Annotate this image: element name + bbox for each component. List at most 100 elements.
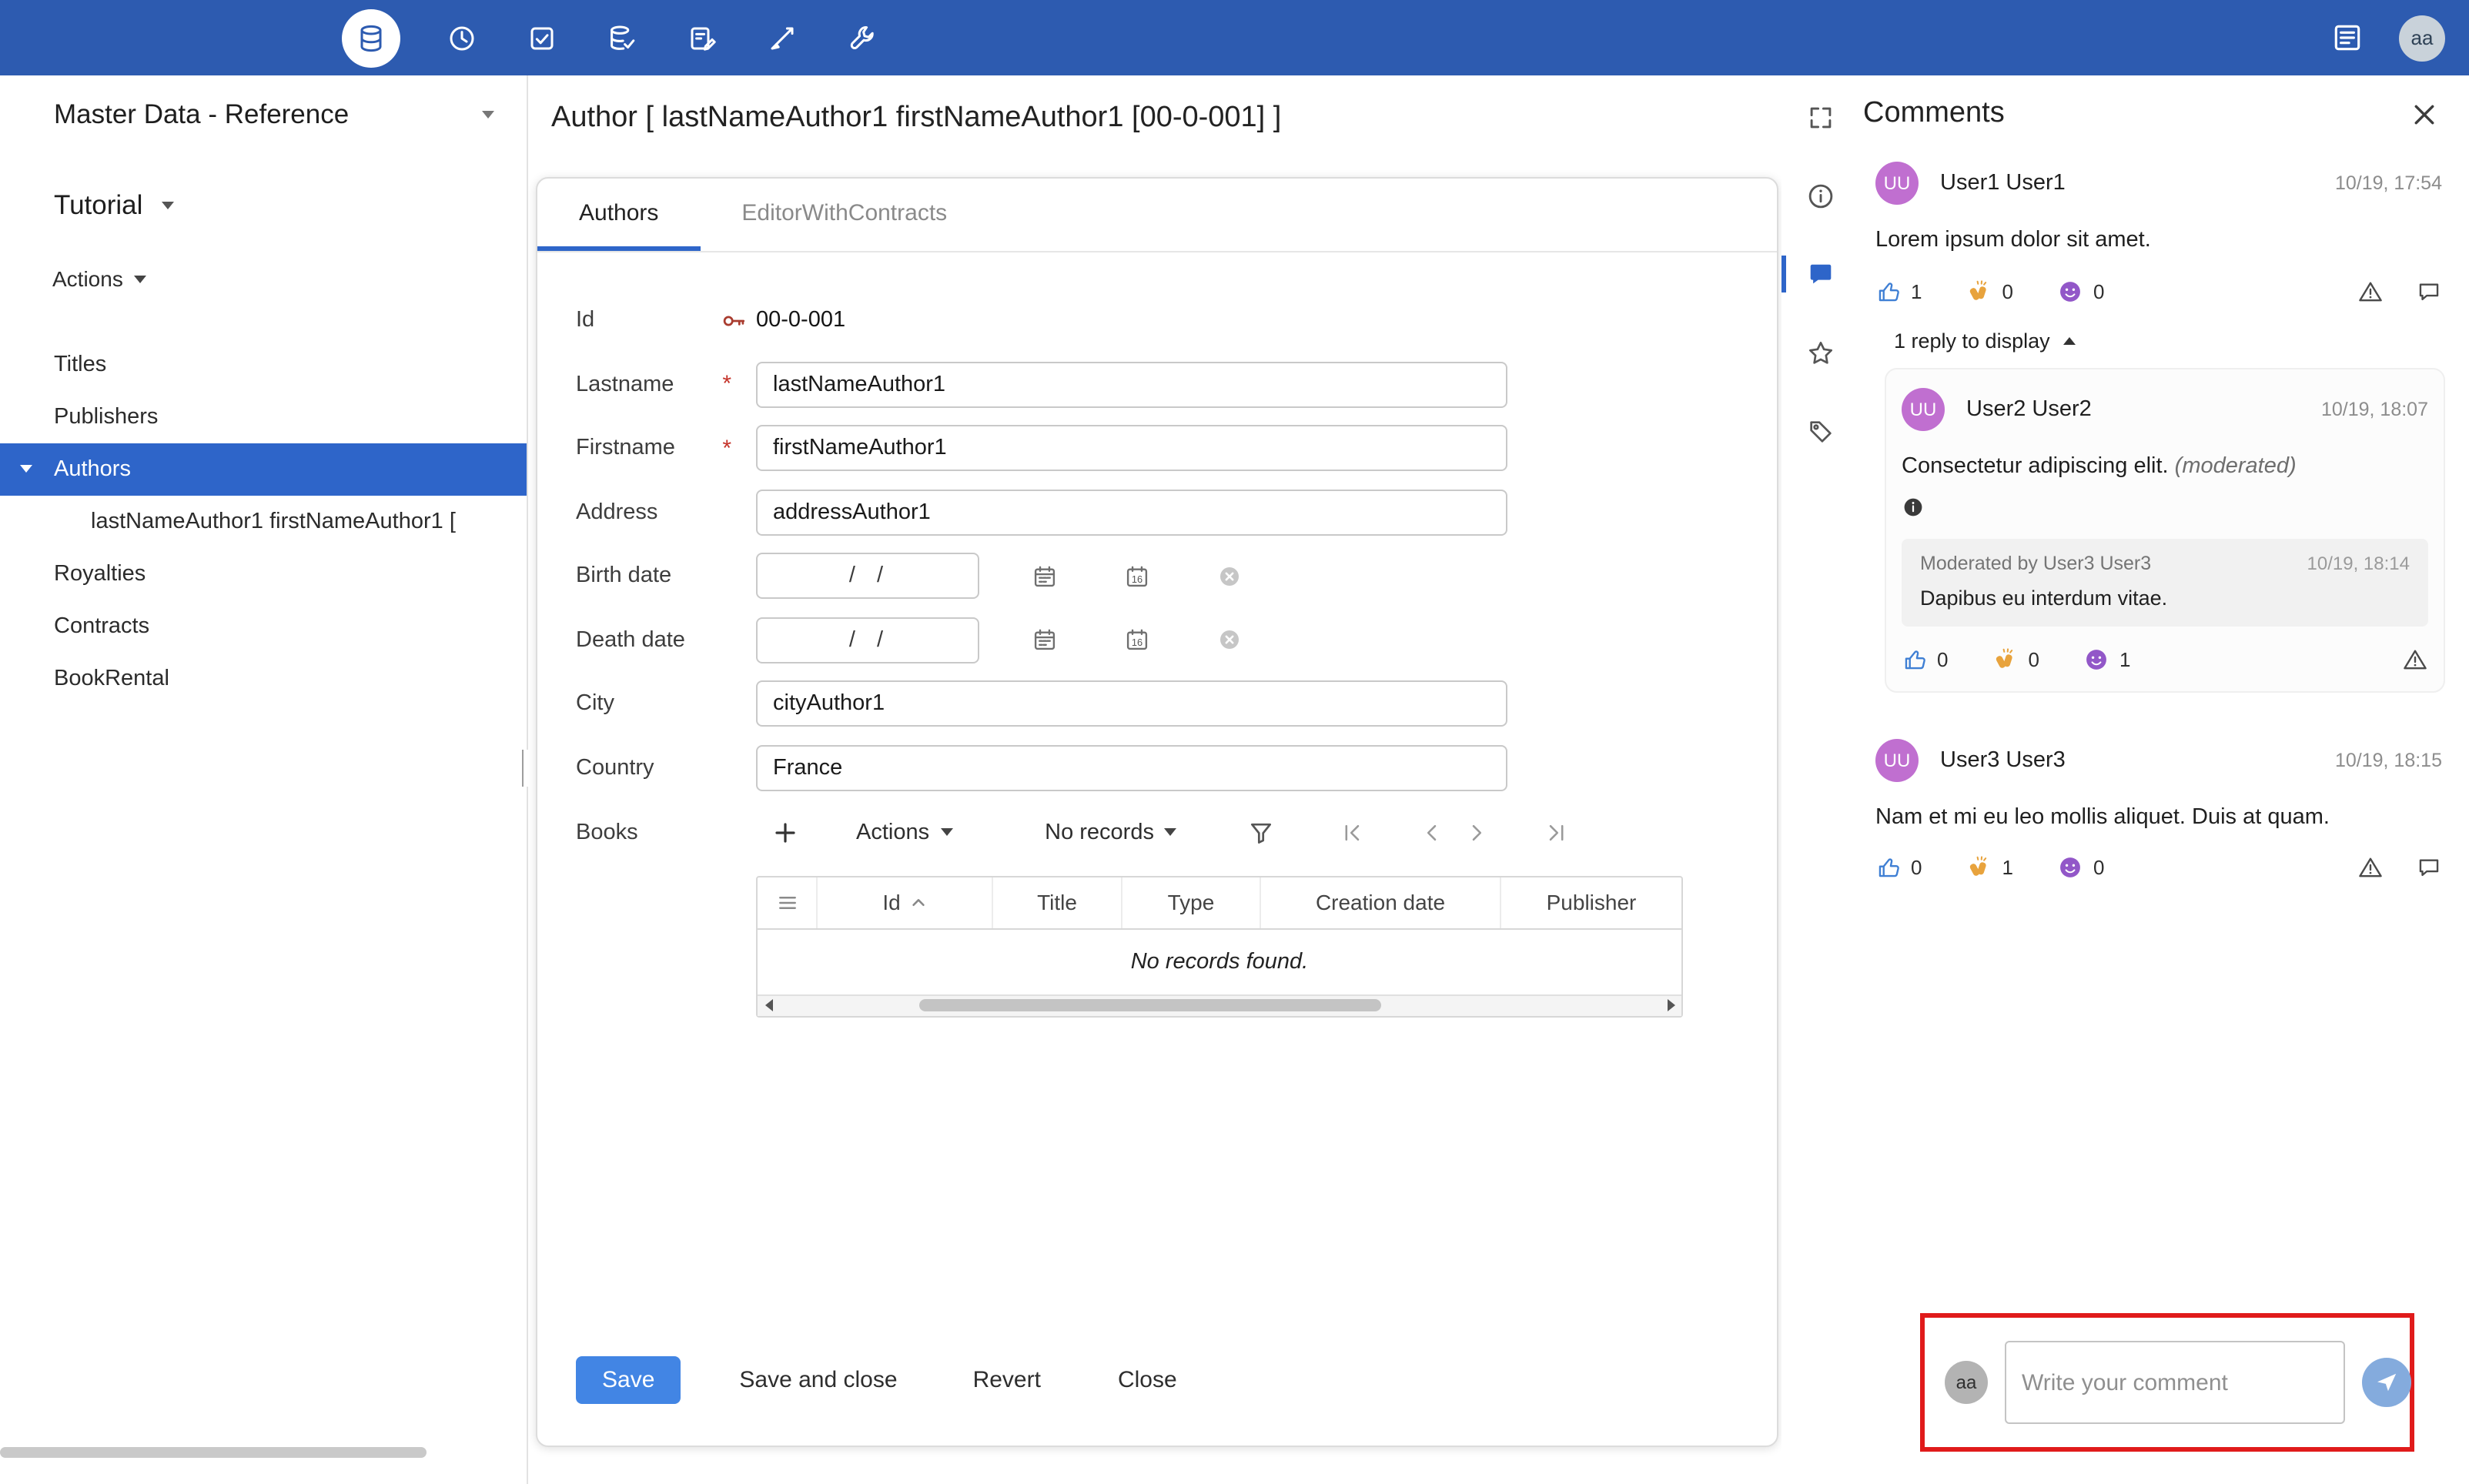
expand-panel-icon[interactable]	[1781, 99, 1854, 135]
dataset-selector[interactable]: Tutorial	[0, 131, 527, 222]
books-table-hscrollbar[interactable]	[758, 994, 1681, 1015]
tag-icon[interactable]	[1781, 413, 1854, 450]
sidebar-item-author-record[interactable]: lastNameAuthor1 firstNameAuthor1 [	[0, 496, 527, 548]
scroll-left-icon[interactable]	[758, 995, 779, 1015]
face-reaction-button[interactable]: 0	[2058, 279, 2104, 305]
comment-timestamp: 10/19, 17:54	[2334, 172, 2442, 194]
calendar-icon[interactable]	[1032, 563, 1058, 589]
perspective-dart-icon[interactable]	[764, 19, 801, 56]
like-reaction-button[interactable]: 0	[1875, 855, 1922, 881]
save-button[interactable]: Save	[576, 1356, 681, 1404]
scrollbar-thumb[interactable]	[919, 999, 1381, 1011]
calendar-date-icon[interactable]: 16	[1124, 627, 1150, 653]
field-row-country: Country	[576, 744, 1777, 790]
info-icon[interactable]	[1781, 177, 1854, 214]
report-list-icon[interactable]	[2328, 19, 2365, 56]
clap-reaction-button[interactable]: 1	[1966, 855, 2013, 881]
user-avatar[interactable]: aa	[2399, 15, 2445, 61]
firstname-label: Firstname	[576, 436, 675, 460]
send-comment-button[interactable]	[2362, 1358, 2411, 1407]
comment-input[interactable]	[2005, 1341, 2345, 1424]
clap-reaction-button[interactable]: 0	[1966, 279, 2013, 305]
firstname-field[interactable]	[756, 425, 1507, 471]
reply-bubble-icon[interactable]	[2416, 855, 2442, 881]
comment-text: Consectetur adipiscing elit.	[1902, 453, 2175, 479]
column-header-type[interactable]: Type	[1121, 877, 1260, 928]
id-value: 00-0-001	[756, 308, 846, 333]
save-and-close-button[interactable]: Save and close	[739, 1367, 897, 1393]
first-page-icon[interactable]	[1340, 820, 1365, 844]
sidebar-item-authors[interactable]: Authors	[0, 443, 527, 496]
previous-page-icon[interactable]	[1420, 820, 1445, 844]
city-field[interactable]	[756, 680, 1507, 727]
admin-wrench-icon[interactable]	[844, 19, 881, 56]
moderation-info-icon[interactable]	[1902, 495, 1925, 518]
calendar-date-icon[interactable]: 16	[1124, 563, 1150, 589]
column-header-publisher[interactable]: Publisher	[1500, 877, 1681, 928]
field-row-books: Books Actions No records Id Title Type C…	[576, 809, 1777, 1017]
comments-bubble-icon[interactable]	[1781, 256, 1854, 292]
tab-authors[interactable]: Authors	[537, 179, 701, 251]
comment-text: Lorem ipsum dolor sit amet.	[1875, 228, 2151, 252]
workspace-selector[interactable]: Master Data - Reference	[0, 75, 527, 131]
face-count: 0	[2093, 856, 2105, 880]
records-count-dropdown[interactable]: No records	[1045, 820, 1177, 844]
required-marker: *	[722, 371, 731, 397]
country-field[interactable]	[756, 744, 1507, 790]
sidebar-item-titles[interactable]: Titles	[0, 339, 527, 391]
table-nav: Titles Publishers Authors lastNameAuthor…	[0, 339, 527, 705]
topbar-icon-group	[342, 8, 881, 67]
report-warning-icon[interactable]	[2357, 279, 2384, 305]
like-count: 0	[1911, 856, 1922, 880]
data-validation-icon[interactable]	[604, 19, 641, 56]
sidebar-horizontal-scrollbar[interactable]	[0, 1447, 427, 1458]
sidebar-item-publishers[interactable]: Publishers	[0, 391, 527, 443]
add-record-icon[interactable]	[774, 821, 796, 843]
lastname-field[interactable]	[756, 361, 1507, 407]
like-reaction-button[interactable]: 1	[1875, 279, 1922, 305]
next-page-icon[interactable]	[1465, 820, 1490, 844]
face-count: 1	[2119, 647, 2131, 670]
report-warning-icon[interactable]	[2357, 855, 2384, 881]
country-label: Country	[576, 755, 654, 780]
face-reaction-button[interactable]: 0	[2058, 855, 2104, 881]
sidebar-item-royalties[interactable]: Royalties	[0, 548, 527, 600]
sidebar-item-bookrental[interactable]: BookRental	[0, 653, 527, 705]
filter-funnel-icon[interactable]	[1248, 818, 1276, 846]
reply-bubble-icon[interactable]	[2416, 279, 2442, 305]
table-menu-icon[interactable]	[758, 877, 816, 928]
actions-menu-button[interactable]: Actions	[0, 222, 527, 291]
close-icon[interactable]	[2413, 102, 2436, 125]
sidebar-item-contracts[interactable]: Contracts	[0, 600, 527, 653]
form-edit-icon[interactable]	[684, 19, 721, 56]
column-header-title[interactable]: Title	[992, 877, 1121, 928]
books-label: Books	[576, 820, 638, 844]
tasks-check-icon[interactable]	[524, 19, 560, 56]
last-page-icon[interactable]	[1545, 820, 1570, 844]
face-reaction-button[interactable]: 1	[2084, 646, 2130, 672]
tab-editorwithcontracts[interactable]: EditorWithContracts	[700, 179, 989, 251]
calendar-icon[interactable]	[1032, 627, 1058, 653]
like-reaction-button[interactable]: 0	[1902, 646, 1948, 672]
close-button[interactable]: Close	[1118, 1367, 1177, 1393]
books-actions-dropdown[interactable]: Actions	[856, 820, 953, 844]
field-row-lastname: Lastname *	[576, 361, 1777, 407]
database-icon[interactable]	[342, 8, 400, 67]
report-warning-icon[interactable]	[2402, 646, 2428, 672]
scroll-right-icon[interactable]	[1660, 995, 1681, 1015]
topbar: aa	[0, 0, 2469, 75]
birth-date-field[interactable]	[756, 553, 979, 599]
clear-date-icon[interactable]	[1218, 628, 1241, 651]
revert-button[interactable]: Revert	[973, 1367, 1041, 1393]
comments-header: Comments	[1863, 97, 2445, 131]
column-header-id[interactable]: Id	[816, 877, 992, 928]
star-icon[interactable]	[1781, 334, 1854, 371]
death-date-field[interactable]	[756, 617, 979, 663]
reply-toggle[interactable]: 1 reply to display	[1894, 329, 2445, 353]
history-clock-icon[interactable]	[443, 19, 480, 56]
clear-date-icon[interactable]	[1218, 564, 1241, 587]
column-header-creation-date[interactable]: Creation date	[1260, 877, 1500, 928]
clap-reaction-button[interactable]: 0	[1992, 646, 2039, 672]
form-footer: Save Save and close Revert Close	[537, 1356, 1777, 1446]
address-field[interactable]	[756, 489, 1507, 535]
